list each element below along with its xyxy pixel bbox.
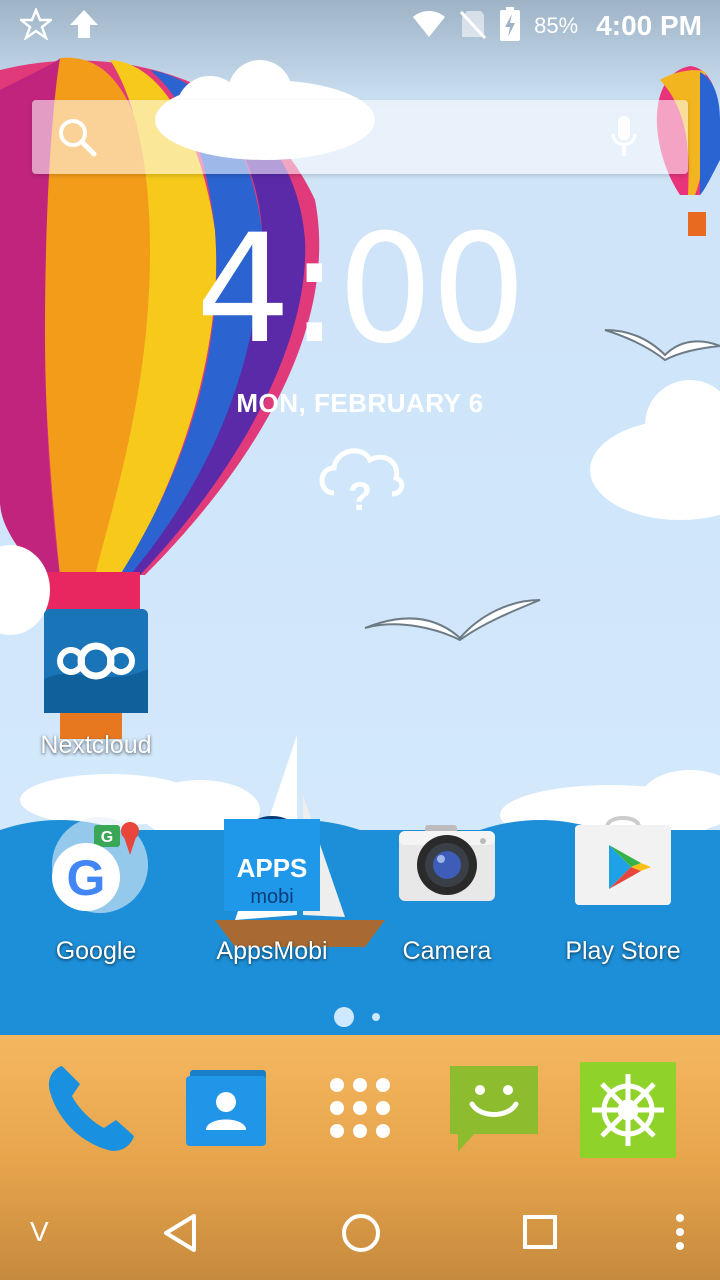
play-store-icon[interactable] <box>571 815 675 919</box>
clock-widget-date[interactable]: MON, FEBRUARY 6 <box>0 388 720 419</box>
status-time: 4:00 PM <box>596 10 702 41</box>
svg-text:G: G <box>101 829 113 846</box>
messaging-icon[interactable] <box>444 1058 544 1158</box>
app-label: Google <box>55 937 137 965</box>
nextcloud-icon[interactable] <box>44 609 148 713</box>
google-search-bar[interactable] <box>32 100 688 174</box>
battery-percent: 85% <box>534 13 579 38</box>
google-folder-icon[interactable]: G G <box>44 815 148 919</box>
app-drawer-icon[interactable] <box>310 1058 410 1158</box>
app-label: AppsMobi <box>216 937 328 965</box>
app-nextcloud[interactable]: Nextcloud <box>11 609 181 760</box>
collapse-button[interactable]: V <box>30 1216 49 1248</box>
app-google[interactable]: G G Google <box>11 815 181 966</box>
appsmobi-icon-subtext: mobi <box>250 886 293 908</box>
page-dot-active <box>334 1007 354 1027</box>
phone-icon[interactable] <box>40 1058 140 1158</box>
app-appsmobi[interactable]: APPS mobi AppsMobi <box>187 815 357 966</box>
back-icon <box>164 1214 196 1252</box>
clock-widget-time[interactable]: 4:00 <box>0 210 720 370</box>
battery-charging-icon <box>500 6 521 46</box>
wifi-icon <box>412 9 446 44</box>
recents-icon <box>523 1215 557 1249</box>
appsmobi-icon[interactable]: APPS mobi <box>220 815 324 919</box>
star-notification-icon <box>17 6 55 45</box>
upload-notification-icon <box>68 8 100 45</box>
more-options-button[interactable] <box>672 1212 688 1257</box>
no-sim-icon <box>460 9 487 44</box>
page-indicator <box>334 1006 384 1030</box>
recents-button[interactable] <box>522 1214 558 1255</box>
weather-unknown-icon[interactable]: ? <box>314 438 406 523</box>
home-screen: 85% 4:00 PM 4:00 MON, FEBRUARY 6 ? Nextc… <box>0 0 720 1280</box>
more-vert-icon <box>676 1214 684 1250</box>
app-camera[interactable]: Camera <box>362 815 532 966</box>
app-label: Play Store <box>565 937 681 965</box>
mic-icon[interactable] <box>610 114 638 163</box>
svg-text:G: G <box>67 850 106 906</box>
home-button[interactable] <box>340 1212 382 1259</box>
app-play-store[interactable]: Play Store <box>538 815 708 966</box>
page-dot <box>372 1013 380 1021</box>
home-icon <box>342 1214 380 1252</box>
camera-icon[interactable] <box>395 815 499 919</box>
status-bar: 85% 4:00 PM <box>0 0 720 52</box>
search-icon[interactable] <box>56 116 98 163</box>
svg-text:?: ? <box>348 475 372 518</box>
back-button[interactable] <box>160 1212 200 1259</box>
navigation-bar: V <box>0 1190 720 1280</box>
contacts-icon[interactable] <box>176 1060 276 1160</box>
appsmobi-icon-text: APPS <box>237 853 308 883</box>
app-label: Nextcloud <box>40 731 152 759</box>
app-label: Camera <box>402 937 492 965</box>
helm-icon[interactable] <box>578 1060 678 1160</box>
